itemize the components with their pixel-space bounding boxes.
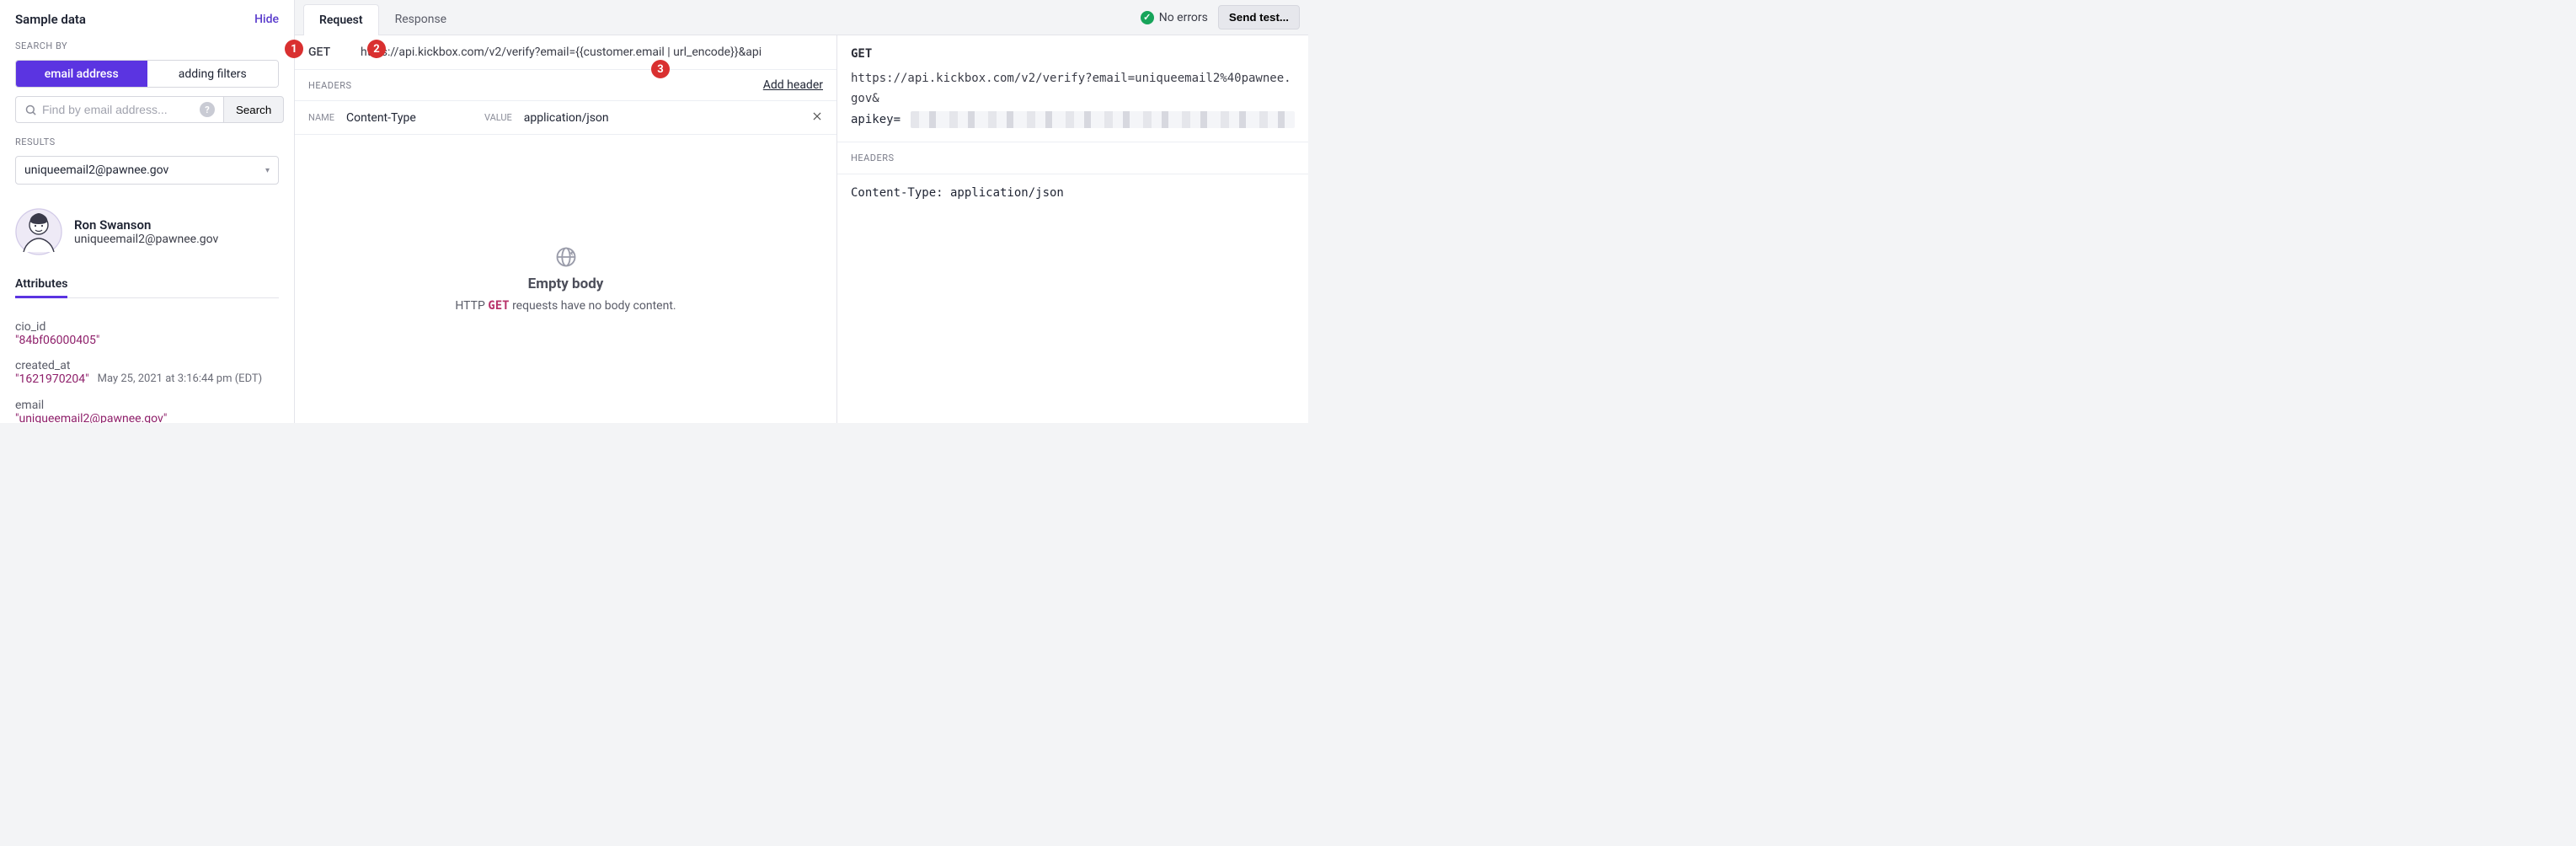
topbar: Request Response ✓ No errors Send test..… <box>295 0 1308 35</box>
attributes-list: cio_id "84bf06000405" created_at "162197… <box>15 307 279 423</box>
person-name: Ron Swanson <box>74 217 218 233</box>
close-icon <box>811 110 823 122</box>
person-email: uniqueemail2@pawnee.gov <box>74 233 218 246</box>
search-by-label: SEARCH BY <box>15 40 279 51</box>
results-label: RESULTS <box>15 137 279 147</box>
sidebar: Sample data Hide SEARCH BY email address… <box>0 0 295 423</box>
hide-link[interactable]: Hide <box>254 13 279 26</box>
preview-method: GET <box>837 35 1308 64</box>
preview-header-line: Content-Type: application/json <box>837 174 1308 212</box>
segment-adding-filters[interactable]: adding filters <box>147 61 279 87</box>
empty-body-state: Empty body HTTP GET requests have no bod… <box>295 135 836 423</box>
tab-attributes[interactable]: Attributes <box>15 272 67 298</box>
attr-created-at: created_at "1621970204" May 25, 2021 at … <box>15 359 279 387</box>
segment-email-address[interactable]: email address <box>16 61 147 87</box>
search-input[interactable] <box>42 103 195 116</box>
url-input[interactable]: https://api.kickbox.com/v2/verify?email=… <box>361 46 823 59</box>
headers-title: HEADERS <box>308 80 352 91</box>
remove-header-button[interactable] <box>811 110 823 126</box>
annotation-badge-1: 1 <box>285 40 303 58</box>
header-row: NAME Content-Type VALUE application/json <box>295 100 836 135</box>
results-select[interactable]: uniqueemail2@pawnee.gov ▾ <box>15 156 279 185</box>
no-errors-status: ✓ No errors <box>1141 11 1208 24</box>
check-circle-icon: ✓ <box>1141 11 1154 24</box>
empty-body-title: Empty body <box>528 276 604 292</box>
help-icon[interactable]: ? <box>200 102 215 117</box>
annotation-badge-3: 3 <box>651 60 670 78</box>
tab-response[interactable]: Response <box>379 3 463 35</box>
search-button[interactable]: Search <box>223 96 284 123</box>
empty-body-text: HTTP GET requests have no body content. <box>455 299 676 313</box>
search-icon <box>24 104 37 116</box>
http-method[interactable]: GET <box>308 46 349 59</box>
avatar <box>15 208 62 255</box>
results-selected: uniqueemail2@pawnee.gov <box>24 163 168 177</box>
annotation-badge-2: 2 <box>367 40 386 58</box>
request-editor: GET https://api.kickbox.com/v2/verify?em… <box>295 35 836 423</box>
person-card: Ron Swanson uniqueemail2@pawnee.gov <box>15 193 279 264</box>
search-by-segment: email address adding filters <box>15 60 279 88</box>
preview-apikey-label: apikey= <box>851 113 901 126</box>
preview-headers-title: HEADERS <box>837 142 1308 174</box>
globe-icon <box>554 245 578 269</box>
add-header-link[interactable]: Add header <box>763 78 823 92</box>
preview-panel: GET https://api.kickbox.com/v2/verify?em… <box>836 35 1308 423</box>
sample-data-title: Sample data <box>15 12 86 27</box>
header-name-label: NAME <box>308 112 334 123</box>
tab-request[interactable]: Request <box>303 4 379 35</box>
send-test-button[interactable]: Send test... <box>1218 5 1300 29</box>
search-input-wrap: ? <box>15 96 223 123</box>
attr-email: email "uniqueemail2@pawnee.gov" <box>15 399 279 423</box>
preview-url: https://api.kickbox.com/v2/verify?email=… <box>837 64 1308 110</box>
chevron-down-icon: ▾ <box>265 166 270 175</box>
header-name-value[interactable]: Content-Type <box>346 111 473 125</box>
attr-cio-id: cio_id "84bf06000405" <box>15 320 279 347</box>
redacted-apikey <box>911 111 1295 128</box>
header-value-label: VALUE <box>484 112 512 123</box>
main-panel: Request Response ✓ No errors Send test..… <box>295 0 1308 423</box>
header-value-value[interactable]: application/json <box>524 111 799 125</box>
